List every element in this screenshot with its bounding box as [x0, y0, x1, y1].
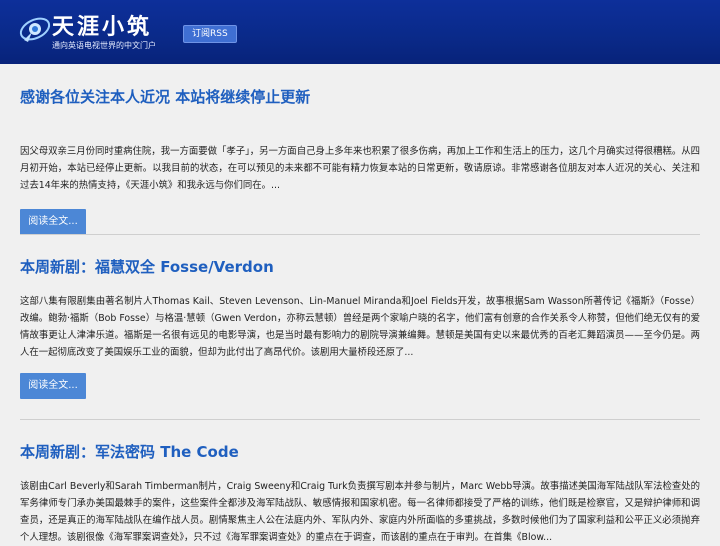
post-divider: [20, 234, 700, 235]
rss-button[interactable]: 订阅RSS: [183, 25, 237, 43]
post-divider: [20, 419, 700, 420]
post-excerpt: 这部八集有限剧集由著名制片人Thomas Kail、Steven Levenso…: [20, 296, 700, 358]
site-title[interactable]: 天涯小筑: [52, 9, 152, 41]
post-excerpt: 因父母双亲三月份同时重病住院，我一方面要做「孝子」，另一方面自己身上多年来也积累…: [20, 146, 700, 191]
logo-icon[interactable]: [18, 12, 52, 46]
read-more-button[interactable]: 阅读全文...: [20, 209, 86, 235]
post-excerpt: 该剧由Carl Beverly和Sarah Timberman制片，Craig …: [20, 481, 700, 543]
site-subtitle: 通向英语电视世界的中文门户: [52, 41, 156, 50]
post-title-link[interactable]: 本周新剧：福慧双全 Fosse/Verdon: [20, 256, 274, 277]
post-title-link[interactable]: 感谢各位关注本人近况 本站将继续停止更新: [20, 86, 310, 107]
site-header: 天涯小筑 通向英语电视世界的中文门户 订阅RSS: [0, 0, 720, 64]
post-title-link[interactable]: 本周新剧：军法密码 The Code: [20, 441, 239, 462]
read-more-button[interactable]: 阅读全文...: [20, 373, 86, 399]
